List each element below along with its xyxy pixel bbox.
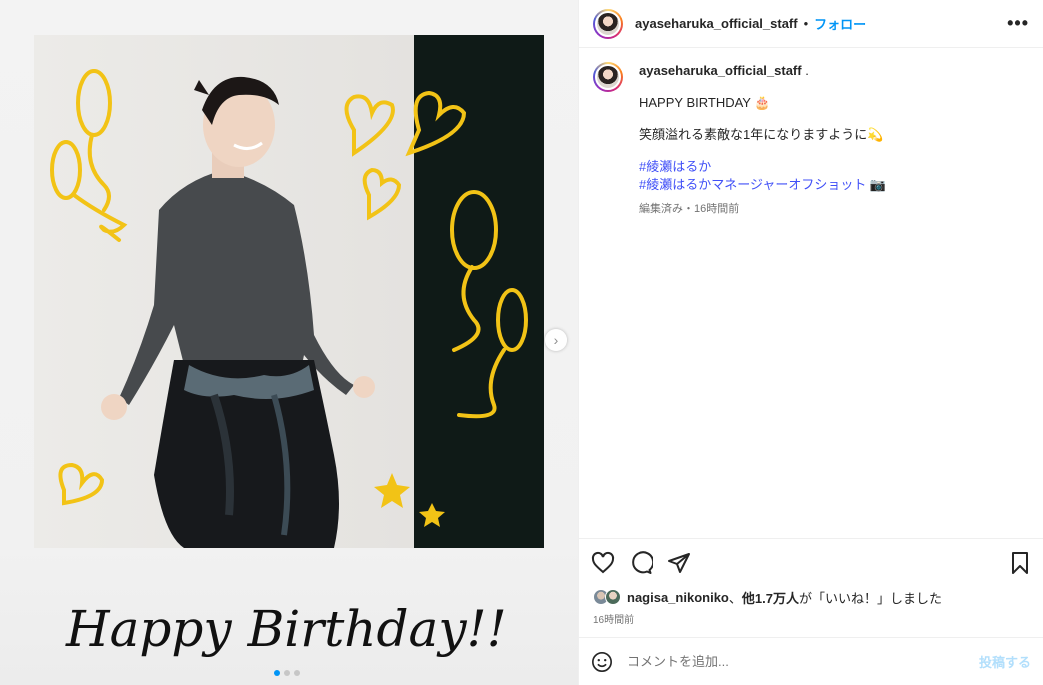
- like-heart-icon[interactable]: [591, 551, 615, 575]
- post-comment-button[interactable]: 投稿する: [979, 652, 1031, 671]
- carousel-dot: [274, 670, 280, 676]
- caption-username-suffix: .: [801, 63, 809, 78]
- post-media[interactable]: Happy Birthday!! ›: [0, 0, 578, 685]
- caption-avatar[interactable]: [593, 62, 623, 92]
- instagram-post-modal: Happy Birthday!! › ayaseharuka_official_…: [0, 0, 1043, 685]
- post-side-panel: ayaseharuka_official_staff • フォロー ••• ay…: [578, 0, 1043, 685]
- more-options-icon[interactable]: •••: [1007, 13, 1029, 34]
- polaroid-frame: Happy Birthday!!: [0, 0, 578, 685]
- hashtag-link[interactable]: #綾瀬はるか: [639, 158, 886, 176]
- avatar[interactable]: [593, 8, 623, 39]
- caption-line-1: HAPPY BIRTHDAY 🎂: [639, 95, 771, 110]
- caption-section: ayaseharuka_official_staff . HAPPY BIRTH…: [579, 48, 1043, 539]
- carousel-indicator: [274, 670, 300, 676]
- post-header: ayaseharuka_official_staff • フォロー •••: [579, 0, 1043, 48]
- share-paper-plane-icon[interactable]: [667, 551, 691, 575]
- likes-summary: nagisa_nikoniko、他1.7万人 が「いいね！」しました: [579, 587, 1043, 607]
- chevron-right-icon: ›: [553, 332, 559, 348]
- likes-count[interactable]: 他1.7万人: [742, 588, 799, 607]
- post-username[interactable]: ayaseharuka_official_staff: [635, 16, 798, 31]
- post-timestamp[interactable]: 16時間前: [579, 607, 1043, 629]
- hashtag-link[interactable]: #綾瀬はるかマネージャーオフショット 📷: [639, 176, 886, 194]
- caption-line-2: 笑顔溢れる素敵な1年になりますように💫: [639, 127, 884, 142]
- likes-suffix: が「いいね！」しました: [798, 590, 942, 606]
- photo-illustration: [50, 69, 528, 548]
- liker-username[interactable]: nagisa_nikoniko: [627, 590, 729, 605]
- comment-input[interactable]: [625, 653, 979, 670]
- emoji-icon[interactable]: [591, 651, 613, 673]
- comment-composer: 投稿する: [579, 637, 1043, 685]
- save-bookmark-icon[interactable]: [1009, 551, 1031, 575]
- liker-avatars: [593, 589, 621, 605]
- likes-mid: 、: [728, 590, 742, 606]
- action-bar: [579, 539, 1043, 587]
- caption-username[interactable]: ayaseharuka_official_staff: [639, 63, 802, 78]
- carousel-dot: [284, 670, 290, 676]
- comment-bubble-icon[interactable]: [629, 551, 653, 575]
- carousel-next-button[interactable]: ›: [545, 329, 567, 351]
- caption-body: ayaseharuka_official_staff . HAPPY BIRTH…: [639, 62, 886, 538]
- post-photo: [34, 35, 544, 548]
- caption-hashtags: #綾瀬はるか #綾瀬はるかマネージャーオフショット 📷: [639, 158, 886, 194]
- carousel-dot: [294, 670, 300, 676]
- happy-birthday-handwriting: Happy Birthday!!: [65, 600, 507, 658]
- follow-button[interactable]: フォロー: [814, 14, 866, 33]
- header-separator: •: [803, 16, 809, 31]
- caption-meta: 編集済み・16時間前: [639, 203, 740, 215]
- avatar: [605, 589, 621, 605]
- svg-text:Happy Birthday!!: Happy Birthday!!: [65, 600, 507, 658]
